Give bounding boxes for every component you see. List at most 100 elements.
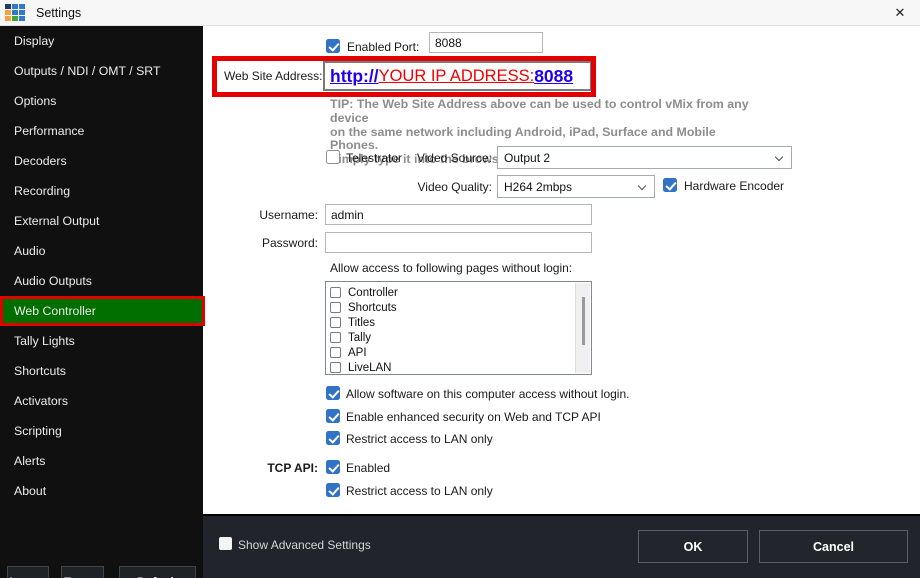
port-label: Port: <box>394 40 420 54</box>
close-icon[interactable]: ✕ <box>888 3 912 23</box>
sidebar-item-label: Recording <box>14 184 71 198</box>
allow-software-checkbox[interactable] <box>326 386 340 400</box>
video-quality-label: Video Quality: <box>417 180 493 194</box>
listbox-scrollbar[interactable] <box>575 283 590 373</box>
sidebar-item[interactable]: Web Controller <box>0 296 205 326</box>
video-source-select[interactable]: Output 2 <box>497 146 792 169</box>
page-option[interactable]: LiveLAN <box>330 360 571 374</box>
address-http: http:// <box>330 65 379 86</box>
page-option[interactable]: Titles <box>330 315 571 330</box>
page-checkbox[interactable] <box>330 287 341 298</box>
username-input[interactable] <box>325 204 592 225</box>
video-source-value: Output 2 <box>504 150 551 165</box>
chevron-down-icon <box>774 152 784 162</box>
page-label: LiveLAN <box>348 361 392 374</box>
sidebar-item[interactable]: Scripting <box>0 416 203 446</box>
web-restrict-lan-checkbox[interactable] <box>326 431 340 445</box>
tcp-enabled-checkbox[interactable] <box>326 460 340 474</box>
chevron-down-icon <box>637 181 647 191</box>
page-option[interactable]: Tally <box>330 330 571 345</box>
sidebar-item[interactable]: Outputs / NDI / OMT / SRT <box>0 56 203 86</box>
page-label: API <box>348 346 367 359</box>
telestrator-checkbox[interactable] <box>326 150 340 164</box>
web-enabled-checkbox[interactable] <box>326 39 340 53</box>
sidebar-item[interactable]: Display <box>0 26 203 56</box>
sidebar-item[interactable]: Tally Lights <box>0 326 203 356</box>
sidebar-item-label: Options <box>14 94 57 108</box>
page-label: Tally <box>348 331 372 344</box>
page-checkbox[interactable] <box>330 317 341 328</box>
tcp-restrict-lan-checkbox[interactable] <box>326 483 340 497</box>
sidebar-item[interactable]: Options <box>0 86 203 116</box>
sidebar-item[interactable]: About <box>0 476 203 506</box>
video-quality-value: H264 2mbps <box>504 179 573 194</box>
enhanced-security-label: Enable enhanced security on Web and TCP … <box>346 410 601 424</box>
sidebar-item-label: About <box>14 484 47 498</box>
sidebar: Display Outputs / NDI / OMT / SRT Option… <box>0 26 205 578</box>
page-label: Titles <box>348 316 376 329</box>
sidebar-item[interactable]: Performance <box>0 116 203 146</box>
cancel-button[interactable]: Cancel <box>759 530 908 563</box>
pages-listbox: Controller Shortcuts Titles Tally API Li… <box>325 281 592 375</box>
password-input[interactable] <box>325 232 592 253</box>
sidebar-item-label: Web Controller <box>14 304 96 318</box>
page-option[interactable]: Controller <box>330 285 571 300</box>
page-label: Shortcuts <box>348 301 397 314</box>
page-checkbox[interactable] <box>330 332 341 343</box>
window-title: Settings <box>36 6 82 20</box>
sidebar-footer: Import Export Default <box>0 540 203 578</box>
hardware-encoder-checkbox[interactable] <box>663 178 677 192</box>
export-button[interactable]: Export <box>61 566 104 578</box>
sidebar-item[interactable]: Audio Outputs <box>0 266 203 296</box>
page-label: Controller <box>348 286 398 299</box>
sidebar-item[interactable]: Audio <box>0 236 203 266</box>
sidebar-item-label: Activators <box>14 394 68 408</box>
address-ip: YOUR IP ADDRESS <box>378 66 530 85</box>
sidebar-item-label: Alerts <box>14 454 46 468</box>
port-input[interactable] <box>429 32 543 53</box>
page-option[interactable]: Shortcuts <box>330 300 571 315</box>
page-option[interactable]: API <box>330 345 571 360</box>
web-site-address-link[interactable]: http://YOUR IP ADDRESS:8088 <box>323 61 592 91</box>
show-advanced-label: Show Advanced Settings <box>238 538 371 552</box>
sidebar-item-label: Display <box>14 34 55 48</box>
video-quality-select[interactable]: H264 2mbps <box>497 175 655 198</box>
sidebar-item[interactable]: Recording <box>0 176 203 206</box>
web-site-address-label: Web Site Address: <box>224 69 323 83</box>
password-label: Password: <box>261 236 318 250</box>
sidebar-item[interactable]: Activators <box>0 386 203 416</box>
settings-window: Settings ✕ Display Outputs / NDI / OMT /… <box>0 0 920 578</box>
web-restrict-lan-label: Restrict access to LAN only <box>346 432 493 446</box>
sidebar-item[interactable]: Shortcuts <box>0 356 203 386</box>
page-checkbox[interactable] <box>330 347 341 358</box>
ok-button[interactable]: OK <box>638 530 748 563</box>
sidebar-item-label: Shortcuts <box>14 364 66 378</box>
sidebar-item[interactable]: Decoders <box>0 146 203 176</box>
import-button[interactable]: Import <box>7 566 49 578</box>
show-advanced-checkbox[interactable] <box>219 537 232 550</box>
pages-list: Controller Shortcuts Titles Tally API Li… <box>330 285 571 374</box>
sidebar-item-label: Audio <box>14 244 46 258</box>
sidebar-item-label: Performance <box>14 124 85 138</box>
sidebar-item-label: Outputs / NDI / OMT / SRT <box>14 64 161 78</box>
sidebar-item-label: Scripting <box>14 424 62 438</box>
sidebar-item[interactable]: Alerts <box>0 446 203 476</box>
page-checkbox[interactable] <box>330 362 341 373</box>
default-button[interactable]: Default <box>119 566 196 578</box>
tcp-enabled-label: Enabled <box>346 461 391 475</box>
allow-software-label: Allow software on this computer access w… <box>346 387 630 401</box>
app-logo-icon <box>5 4 25 21</box>
tcp-api-label: TCP API: <box>267 461 318 475</box>
scrollbar-thumb[interactable] <box>582 297 585 345</box>
tcp-restrict-lan-label: Restrict access to LAN only <box>346 484 493 498</box>
enhanced-security-checkbox[interactable] <box>326 409 340 423</box>
telestrator-label: Telestrator <box>346 151 403 165</box>
hardware-encoder-label: Hardware Encoder <box>684 179 785 193</box>
sidebar-item-label: Tally Lights <box>14 334 75 348</box>
web-enabled-label: Enabled <box>347 40 392 54</box>
page-checkbox[interactable] <box>330 302 341 313</box>
sidebar-nav: Display Outputs / NDI / OMT / SRT Option… <box>0 26 205 506</box>
sidebar-item[interactable]: External Output <box>0 206 203 236</box>
address-port: 8088 <box>534 65 574 86</box>
titlebar: Settings ✕ <box>0 0 920 26</box>
